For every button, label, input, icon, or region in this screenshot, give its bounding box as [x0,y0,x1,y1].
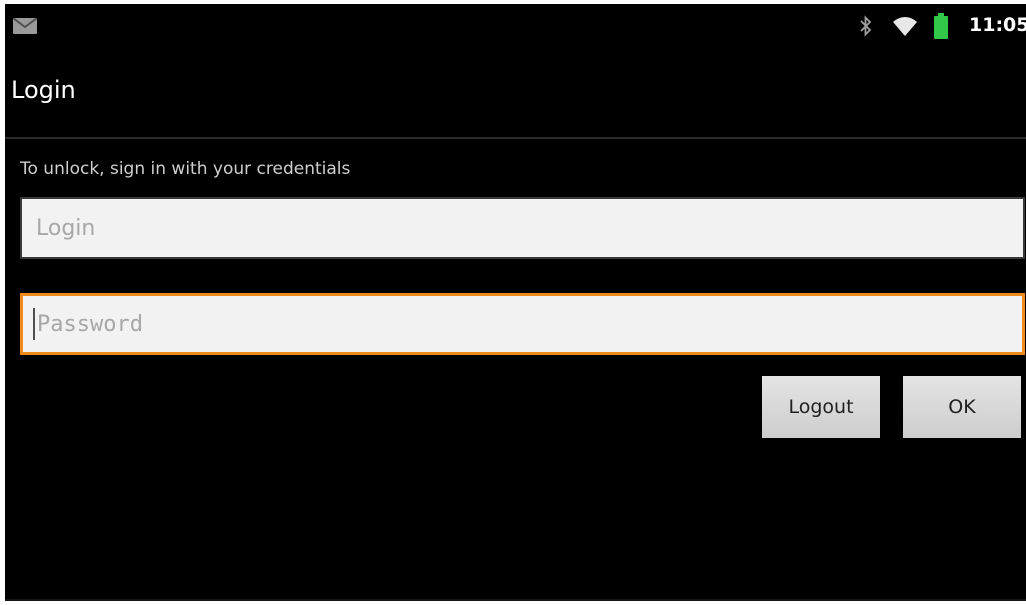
wifi-icon [893,17,917,36]
password-input[interactable] [20,293,1025,355]
ok-button[interactable]: OK [903,376,1021,438]
login-input[interactable] [20,197,1025,259]
bluetooth-icon [860,15,872,37]
battery-icon [934,13,948,39]
text-cursor [33,308,35,340]
status-time: 11:05 [969,14,1026,36]
mail-icon[interactable] [13,18,37,34]
title-divider [5,137,1026,139]
title-bar: Login [5,48,1026,137]
logout-button[interactable]: Logout [762,376,880,438]
page-title: Login [11,76,76,104]
unlock-prompt: To unlock, sign in with your credentials [20,159,351,179]
device-screen: 11:05 Login To unlock, sign in with your… [5,4,1026,601]
bottom-edge [5,599,1026,601]
status-bar: 11:05 [5,4,1026,48]
